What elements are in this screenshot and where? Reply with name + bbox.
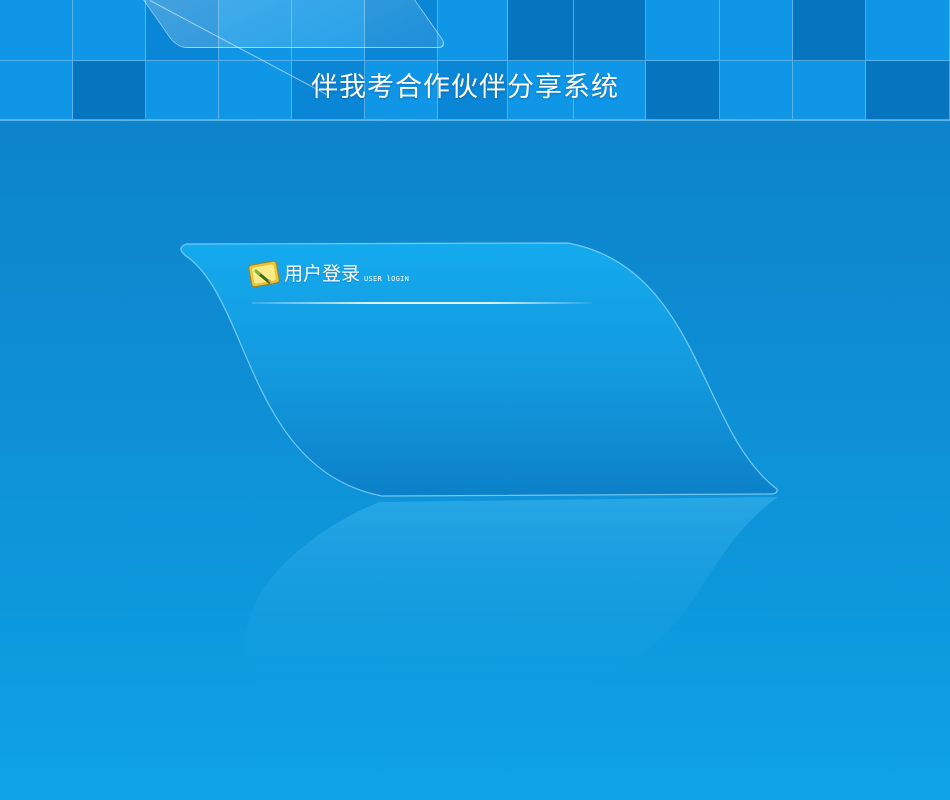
login-panel-graphic [180, 242, 779, 692]
login-pen-icon [248, 258, 282, 290]
login-subtitle: USER lOGIN [364, 274, 410, 283]
login-header: 用户登录 USER lOGIN [248, 258, 409, 290]
login-panel-reflection [245, 497, 779, 692]
login-title: 用户登录 [284, 263, 361, 285]
login-divider [252, 302, 592, 304]
